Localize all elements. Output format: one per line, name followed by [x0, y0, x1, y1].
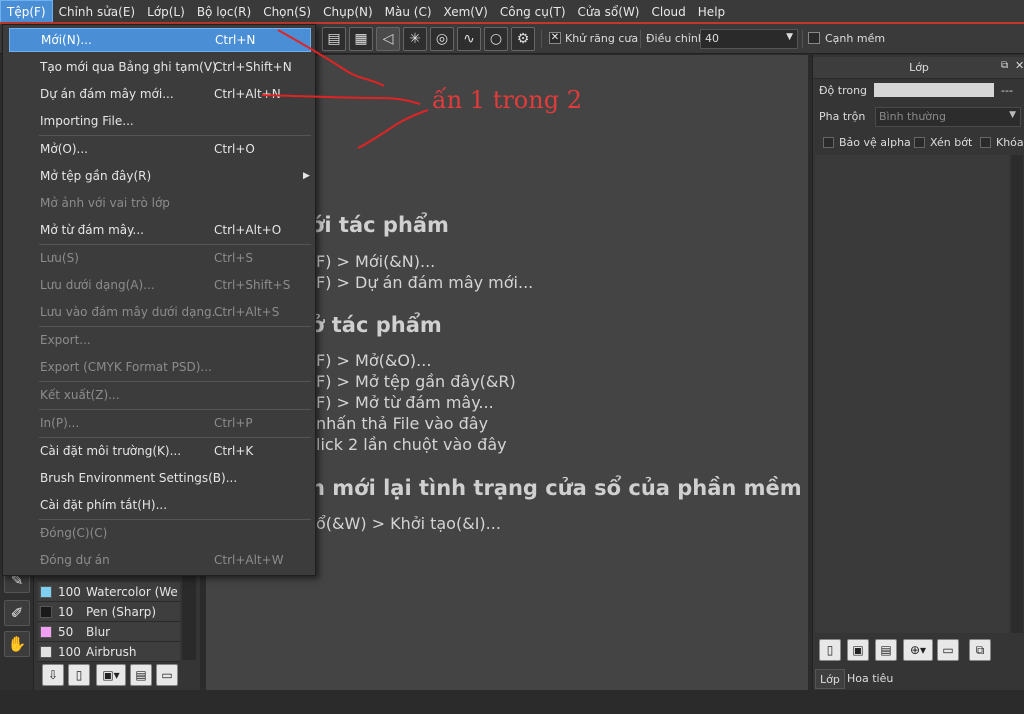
annotation-arrow	[261, 94, 421, 105]
annotation-text: ấn 1 trong 2	[432, 86, 582, 114]
annotation-arrow	[357, 109, 429, 149]
status-strip	[0, 690, 1024, 714]
annotation-arrow	[277, 29, 385, 87]
